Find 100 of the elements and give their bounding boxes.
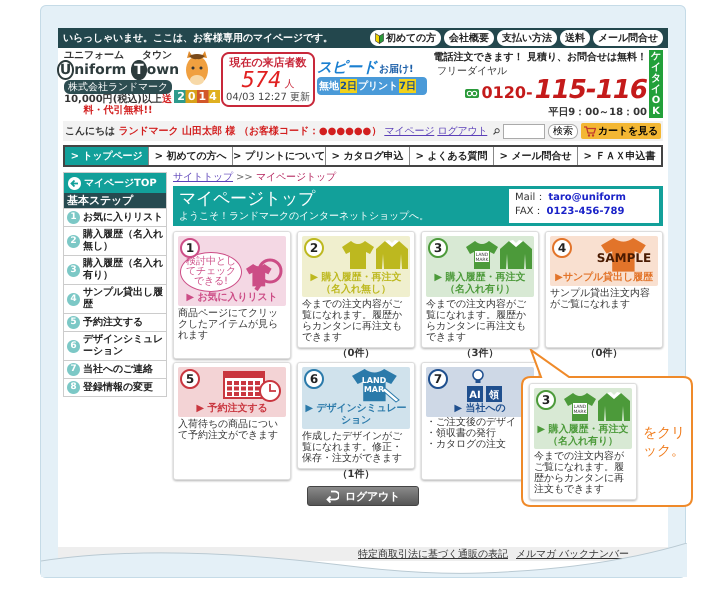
sidebar-heading: 基本ステップ (64, 193, 166, 208)
menu-card[interactable]: 2 ▶ 購入履歴・再注文 （名入れ無し） 今までの注文内容がご覧になれます。履歴からカンタンに再注文もできます (297, 231, 415, 348)
page-title: マイページトップ (179, 189, 316, 209)
card-title: ▶ 当社への (453, 403, 507, 415)
sidebar-item[interactable]: 7 当社へのご連絡 (64, 360, 166, 378)
icon-label-text: 領 (489, 390, 499, 401)
nav-tab[interactable]: > プリントについて (232, 147, 325, 165)
header-link[interactable]: 初めての方 (370, 30, 441, 46)
search-field[interactable] (503, 124, 545, 138)
shirt-print-text: LAND (362, 376, 386, 385)
step-number: 2 (67, 234, 80, 248)
step-number: 7 (67, 363, 80, 376)
beginner-mark-icon (375, 32, 384, 44)
footer-link[interactable]: メルマガ バックナンバー (516, 547, 630, 561)
card-title: ▶ 購入履歴・再注文 (309, 272, 403, 284)
banner-tag: お届け! (379, 62, 414, 76)
menu-card[interactable]: 6 LAND MAR ▶ デザインシミュレーション 作成したデザインがご覧になれます。修正・保存・注文ができます (297, 362, 415, 469)
card-description: サンプル貸出注文内容がご覧になれます (550, 288, 651, 310)
card-title: ▶ デザインシミュレーション (304, 403, 408, 427)
contact-label: FAX： (515, 205, 544, 219)
card-description: 作成したデザインがご覧になれます。修正・保存・注文ができます (302, 431, 403, 464)
card-subtitle: （名入れ無し） (320, 284, 392, 295)
step-number: 8 (67, 381, 80, 394)
card-subtitle: （名入れ有り） (444, 284, 516, 295)
banner-text: 無地 (319, 80, 339, 93)
back-arrow-icon (68, 176, 81, 190)
free-dial-icon (465, 89, 480, 98)
welcome-text: いらっしゃいませ。ここは、お客様専用のマイページです。 (63, 31, 333, 45)
phone-prefix: 0120- (481, 82, 533, 104)
count-unit: 人 (284, 78, 294, 91)
days-badge: 7日 (398, 79, 416, 93)
item-count: （3件） (460, 348, 500, 359)
footer-link[interactable]: 特定商取引法に基づく通販の表記 (358, 547, 508, 561)
shirts-drawing (342, 240, 408, 269)
phone-number: 115-116 (534, 78, 647, 102)
greeting-text: こんにちは ランドマーク 山田太郎 様 （お客様コード：●●●●●●） (65, 124, 382, 138)
cart-button[interactable]: カートを見る (581, 123, 661, 139)
cart-icon (584, 126, 596, 136)
header-link[interactable]: 会社概要 (444, 30, 494, 46)
days-badge: 2日 (340, 79, 357, 93)
item-count: （1件） (336, 469, 376, 480)
card-title: ▶ 予約注文する (195, 403, 269, 415)
welcome-subtitle: ようこそ！ランドマークのインターネットショップへ。 (179, 210, 430, 223)
item-count: （0件） (336, 348, 376, 359)
step-number: 3 (67, 264, 80, 276)
card-title: ▶ 購入履歴・再注文 (536, 424, 630, 436)
visitor-count: 574 (242, 70, 282, 92)
return-arrow-icon (326, 490, 339, 502)
card-description: 入荷待ちの商品について予約注文ができます (178, 419, 279, 441)
contact-value: 0123-456-789 (546, 205, 624, 219)
breadcrumb-link[interactable]: サイトトップ (173, 172, 233, 184)
logout-button[interactable]: ログアウト (307, 486, 419, 506)
calendar-clock-drawing (223, 371, 281, 402)
sidebar-item[interactable]: 5 予約注文する (64, 313, 166, 331)
menu-card[interactable]: 5 ▶ 予約注文する 入荷待ちの商品について予約注文ができます (173, 362, 291, 480)
update-time: 04/03 12:27 更新 (225, 92, 311, 104)
step-number: 5 (67, 316, 80, 329)
account-link[interactable]: ログアウト (437, 124, 488, 138)
header-link[interactable]: 支払い方法 (497, 30, 557, 46)
free-shipping-note: 10,000円(税込)以上送料・代引無料!! (63, 94, 173, 116)
item-count: （0件） (584, 348, 624, 359)
header-link[interactable]: メール問合せ (593, 30, 663, 46)
icon-label-text: AI (469, 390, 481, 401)
step-number: 5 (180, 369, 200, 389)
header-link[interactable]: 送料 (560, 30, 590, 46)
card-title: ▶サンプル貸出し履歴 (554, 272, 654, 284)
card-title: ▶ 購入履歴・再注文 (433, 272, 527, 284)
sidebar-item[interactable]: 8 登録情報の変更 (64, 378, 166, 396)
shirts-drawing (466, 240, 532, 269)
card-bullet-text: ・カタログの注文 (426, 439, 507, 450)
step-number: 3 (428, 238, 448, 258)
step-number: 7 (428, 369, 448, 389)
card-title: ▶ お気に入りリスト (185, 292, 279, 304)
shirts-drawing (564, 392, 630, 421)
search-button[interactable]: 検索 (548, 124, 578, 138)
free-dial-label: フリーダイヤル (437, 65, 507, 78)
business-hours: 平日9：00～18：00 (548, 106, 647, 119)
shirt-magnifier-drawing (246, 258, 282, 292)
card-description: 今までの注文内容がご覧になれます。履歴からカンタンに再注文もできます (302, 299, 403, 343)
card-bullet-text: ・領収書の発行 (426, 428, 496, 439)
card-description: 商品ページにてクリックしたアイテムが見られます (178, 308, 279, 341)
shirt-print-text: MAR (364, 385, 384, 394)
step-number: 2 (304, 238, 324, 258)
step-number: 1 (67, 211, 80, 224)
contact-value: taro@uniform (548, 191, 626, 205)
counter-label: 現在の来店者数 (228, 55, 308, 70)
instruction-text: をクリック。 (643, 424, 686, 460)
step-number: 6 (304, 369, 324, 389)
banner-text: プリント (358, 79, 398, 93)
company-name-badge: 株式会社ランドマーク (64, 80, 172, 94)
account-link[interactable]: マイページ (384, 124, 434, 138)
step-number: 3 (536, 390, 556, 410)
step-number: 4 (67, 292, 80, 306)
sidebar-item[interactable]: 1 お気に入りリスト (64, 208, 166, 226)
phone-headline: 電話注文できます！ 見積り、お問合せは無料！ (434, 50, 647, 64)
banner-title: スピード (317, 58, 377, 77)
card-subtitle: （名入れ有り） (547, 436, 619, 447)
card-description: 今までの注文内容がご覧になれます。履歴からカンタンに再注文もできます (426, 299, 527, 343)
shirt-pen-drawing (352, 369, 400, 403)
mobile-ok-badge: ケイタイOK (649, 50, 663, 118)
